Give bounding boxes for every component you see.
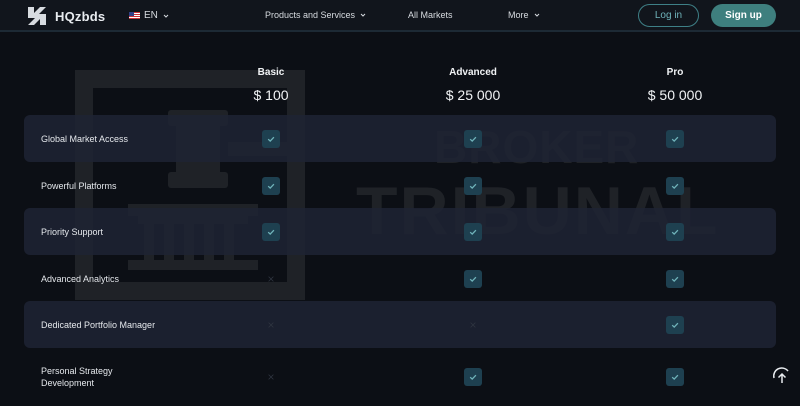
language-selector[interactable]: EN bbox=[129, 10, 170, 21]
check-icon bbox=[666, 367, 684, 386]
plan-price-advanced: $ 25 000 bbox=[445, 87, 501, 103]
table-row: Priority Support bbox=[24, 208, 776, 255]
arrow-up-icon bbox=[777, 372, 787, 383]
cross-icon bbox=[262, 368, 280, 386]
login-button[interactable]: Log in bbox=[638, 4, 699, 27]
feature-label: Priority Support bbox=[41, 226, 104, 237]
signup-button[interactable]: Sign up bbox=[711, 4, 776, 27]
plan-name-pro: Pro bbox=[666, 67, 684, 78]
check-icon bbox=[666, 315, 684, 334]
check-icon bbox=[464, 222, 482, 241]
feature-label: Powerful Platforms bbox=[41, 180, 117, 191]
check-icon bbox=[262, 176, 280, 195]
nav-products-and-services[interactable]: Products and Services bbox=[265, 10, 367, 20]
table-row: Dedicated Portfolio Manager bbox=[24, 301, 776, 348]
feature-label: Personal Strategy Development bbox=[41, 365, 113, 388]
nav-more[interactable]: More bbox=[508, 10, 541, 20]
table-row: Advanced Analytics bbox=[24, 255, 776, 302]
feature-label: Dedicated Portfolio Manager bbox=[41, 319, 156, 330]
language-label: EN bbox=[144, 10, 158, 21]
scroll-top-button[interactable] bbox=[770, 366, 794, 390]
plan-price-basic: $ 100 bbox=[253, 87, 289, 103]
check-icon bbox=[262, 129, 280, 148]
table-row: Global Market Access bbox=[24, 115, 776, 162]
nav-label: More bbox=[508, 10, 529, 20]
chevron-down-icon bbox=[534, 13, 539, 17]
table-row: Powerful Platforms bbox=[24, 162, 776, 209]
us-flag-icon bbox=[129, 12, 140, 19]
plan-price-pro: $ 50 000 bbox=[647, 87, 703, 103]
nav-all-markets[interactable]: All Markets bbox=[408, 10, 453, 20]
check-icon bbox=[464, 367, 482, 386]
table-row: Personal Strategy Development bbox=[24, 353, 776, 400]
feature-label: Advanced Analytics bbox=[41, 273, 120, 284]
chevron-down-icon bbox=[163, 14, 169, 18]
cross-icon bbox=[262, 270, 280, 288]
check-icon bbox=[666, 269, 684, 288]
logo-icon bbox=[28, 7, 46, 25]
brand-logo[interactable]: HQzbds bbox=[25, 5, 105, 27]
check-icon bbox=[464, 129, 482, 148]
check-icon bbox=[464, 176, 482, 195]
nav-label: Products and Services bbox=[265, 10, 356, 20]
check-icon bbox=[666, 129, 684, 148]
brand-name: HQzbds bbox=[55, 8, 106, 24]
progress-arc bbox=[772, 367, 789, 379]
cross-icon bbox=[262, 316, 280, 334]
check-icon bbox=[464, 269, 482, 288]
check-icon bbox=[262, 222, 280, 241]
plan-name-advanced: Advanced bbox=[449, 67, 497, 78]
top-navbar: HQzbds EN Products and Services All Mark… bbox=[0, 0, 800, 32]
check-icon bbox=[666, 176, 684, 195]
nav-label: All Markets bbox=[408, 10, 453, 20]
plan-name-basic: Basic bbox=[257, 67, 285, 78]
feature-label: Global Market Access bbox=[41, 133, 129, 144]
cross-icon bbox=[464, 316, 482, 334]
check-icon bbox=[666, 222, 684, 241]
chevron-down-icon bbox=[360, 13, 366, 17]
